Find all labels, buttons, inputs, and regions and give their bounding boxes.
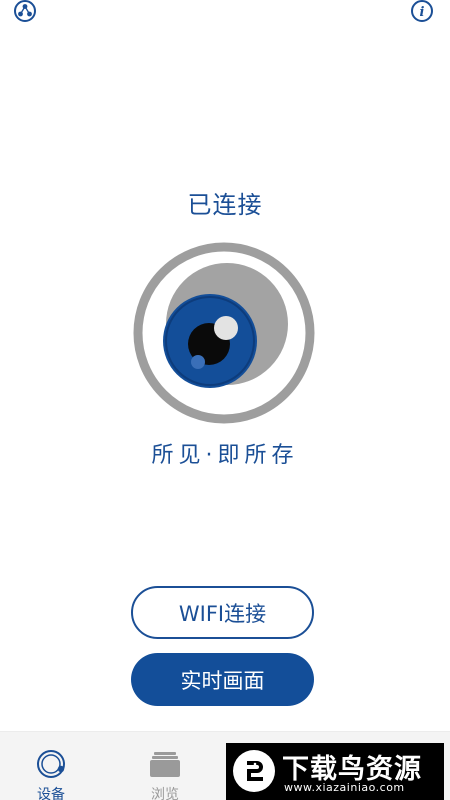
tab-browse[interactable]: 浏览 [135,732,195,800]
share-icon[interactable] [13,0,37,24]
watermark-banner: 下载鸟资源 www.xiazainiao.com [226,743,444,800]
bird-logo-icon [232,749,276,793]
tab-browse-label: 浏览 [151,787,179,800]
tab-device-label: 设备 [37,787,65,800]
svg-text:i: i [420,5,425,20]
eye-lens-logo [131,240,317,426]
wifi-connect-button[interactable]: WIFI连接 [131,586,314,639]
connection-status: 已连接 [187,191,263,219]
info-icon[interactable]: i [410,0,434,24]
album-stack-icon [149,748,181,780]
slogan-text: 所见·即所存 [151,443,299,468]
device-ring-icon [35,748,67,780]
app-screen: i 已连接 所见·即所存 WIFI连接 实时画面 设备 浏览 下载鸟资源 www… [0,0,450,800]
watermark-url: www.xiazainiao.com [284,781,405,794]
tab-device[interactable]: 设备 [21,732,81,800]
live-view-button[interactable]: 实时画面 [131,653,314,706]
